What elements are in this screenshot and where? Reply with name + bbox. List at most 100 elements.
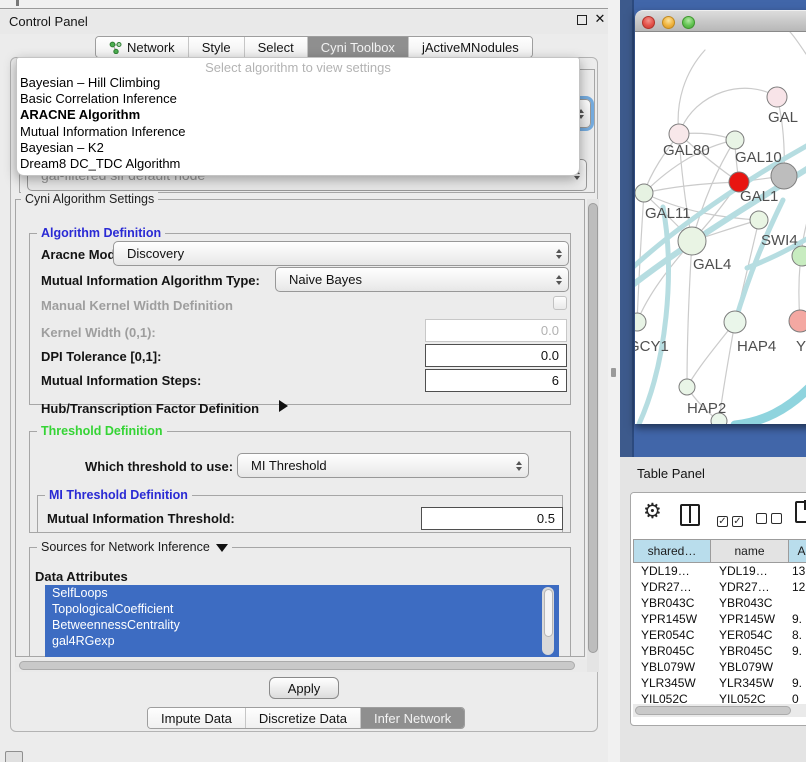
scrollbar-thumb[interactable]	[635, 706, 791, 715]
table-row[interactable]: YPR145WYPR145W9.	[633, 611, 806, 627]
table-row[interactable]: YBL079WYBL079W	[633, 659, 806, 675]
table-cell: YBR045C	[711, 643, 789, 659]
algorithm-option[interactable]: Bayesian – K2	[17, 140, 579, 156]
network-node-gal80[interactable]	[669, 124, 689, 144]
network-edge[interactable]	[735, 387, 806, 424]
minimize-traffic-icon[interactable]	[662, 16, 675, 29]
table-row[interactable]: YBR043CYBR043C	[633, 595, 806, 611]
network-node-label: GAL10	[735, 149, 782, 166]
settings-horizontal-scrollbar[interactable]	[15, 659, 587, 672]
table-horizontal-scrollbar[interactable]	[633, 704, 806, 717]
network-node-y[interactable]	[789, 310, 806, 332]
tab-network[interactable]: Network	[96, 37, 189, 57]
panel-splitter[interactable]	[608, 0, 620, 762]
data-attribute-item[interactable]: SelfLoops	[45, 585, 559, 601]
table-cell	[789, 595, 806, 611]
algorithm-option[interactable]: Dream8 DC_TDC Algorithm	[17, 156, 579, 172]
popup-placeholder: Select algorithm to view settings	[17, 58, 579, 75]
settings-vertical-scrollbar[interactable]	[587, 199, 599, 672]
algorithm-option[interactable]: Mutual Information Inference	[17, 124, 579, 140]
table-cell: 12	[789, 579, 806, 595]
expand-arrow-icon[interactable]	[279, 400, 288, 412]
network-node-gal[interactable]	[767, 87, 787, 107]
deselect-all-icon[interactable]	[756, 512, 786, 527]
top-tick	[16, 0, 19, 6]
table-cell: YDL19…	[633, 563, 711, 579]
document-icon[interactable]	[795, 501, 806, 523]
network-edge[interactable]	[687, 241, 692, 387]
scrollbar-thumb[interactable]	[19, 661, 575, 670]
which-threshold-combobox[interactable]: MI Threshold	[237, 453, 529, 478]
top-strip	[0, 0, 620, 9]
network-edge[interactable]	[790, 32, 806, 54]
network-window-titlebar[interactable]	[635, 10, 806, 32]
collapse-arrow-icon[interactable]	[216, 544, 228, 552]
tab-jactivemnodules[interactable]: jActiveMNodules	[409, 37, 532, 57]
table-row[interactable]: YLR345WYLR345W9.	[633, 675, 806, 691]
scrollbar-thumb[interactable]	[544, 589, 553, 637]
table-cell: YER054C	[711, 627, 789, 643]
data-attribute-item[interactable]: BetweennessCentrality	[45, 617, 559, 633]
scrollbar-thumb[interactable]	[588, 203, 598, 653]
table-row[interactable]: YER054CYER054C8.	[633, 627, 806, 643]
network-canvas[interactable]: GALGAL80GAL10GAL1GAL11SWI4GAL4GCY1HAP4YH…	[635, 32, 806, 424]
algorithm-option[interactable]: ARACNE Algorithm	[17, 107, 579, 123]
network-node-label: HAP4	[737, 338, 776, 355]
sources-title[interactable]: Sources for Network Inference	[37, 540, 232, 554]
column-header[interactable]: A	[789, 539, 806, 563]
list-vertical-scrollbar[interactable]	[542, 587, 554, 655]
network-node[interactable]	[792, 246, 806, 266]
split-columns-icon[interactable]	[680, 504, 700, 526]
network-node-gcy1[interactable]	[635, 313, 646, 331]
hub-definition-label[interactable]: Hub/Transcription Factor Definition	[41, 401, 259, 416]
kernel-width-field[interactable]: 0.0	[425, 319, 567, 342]
network-node-swi4[interactable]	[750, 211, 768, 229]
control-panel-title: Control Panel	[9, 14, 88, 29]
tab-infer-network[interactable]: Infer Network	[361, 708, 464, 728]
tab-cyni-toolbox[interactable]: Cyni Toolbox	[308, 37, 409, 57]
algorithm-option[interactable]: Basic Correlation Inference	[17, 91, 579, 107]
mi-type-combobox[interactable]: Naive Bayes	[275, 267, 569, 292]
tab-impute-data[interactable]: Impute Data	[148, 708, 246, 728]
network-node-gal11[interactable]	[635, 184, 653, 202]
data-attribute-item[interactable]: gal4RGexp	[45, 633, 559, 649]
gear-icon[interactable]: ⚙	[643, 499, 662, 524]
network-edge[interactable]	[679, 88, 777, 134]
dpi-tolerance-field[interactable]: 0.0	[425, 344, 567, 367]
network-node-hap2[interactable]	[679, 379, 695, 395]
algorithm-option[interactable]: Bayesian – Hill Climbing	[17, 75, 579, 91]
manual-kernel-checkbox[interactable]	[553, 296, 567, 310]
table-row[interactable]: YDR27…YDR27…12	[633, 579, 806, 595]
data-attribute-item[interactable]: TopologicalCoefficient	[45, 601, 559, 617]
network-node-hap4[interactable]	[724, 311, 746, 333]
table-row[interactable]: YBR045CYBR045C9.	[633, 643, 806, 659]
tab-select[interactable]: Select	[245, 37, 308, 57]
network-node[interactable]	[771, 163, 797, 189]
network-edge[interactable]	[799, 212, 806, 321]
tab-label: Impute Data	[161, 711, 232, 726]
column-header[interactable]: name	[711, 539, 789, 563]
network-node-gal10[interactable]	[726, 131, 744, 149]
column-header[interactable]: shared…	[633, 539, 711, 563]
data-attributes-list[interactable]: SelfLoopsTopologicalCoefficientBetweenne…	[45, 585, 559, 657]
zoom-traffic-icon[interactable]	[682, 16, 695, 29]
close-icon[interactable]: ✕	[593, 11, 607, 27]
splitter-handle-icon[interactable]	[611, 368, 616, 377]
mi-threshold-field[interactable]: 0.5	[421, 507, 563, 530]
network-graph: GALGAL80GAL10GAL1GAL11SWI4GAL4GCY1HAP4YH…	[635, 32, 806, 424]
tab-discretize-data[interactable]: Discretize Data	[246, 708, 361, 728]
network-edge[interactable]	[687, 322, 735, 387]
network-edge[interactable]	[678, 50, 705, 134]
network-edge[interactable]	[644, 182, 739, 193]
mi-steps-field[interactable]: 6	[425, 369, 567, 392]
select-all-icon[interactable]: ✓✓	[717, 512, 747, 527]
threshold-definition-title: Threshold Definition	[37, 424, 167, 438]
table-row[interactable]: YDL19…YDL19…13	[633, 563, 806, 579]
float-panel-icon[interactable]	[577, 15, 587, 25]
close-traffic-icon[interactable]	[642, 16, 655, 29]
tab-style[interactable]: Style	[189, 37, 245, 57]
aracne-mode-combobox[interactable]: Discovery	[113, 241, 569, 266]
panel-corner-icon[interactable]	[5, 751, 23, 762]
network-node-gal4[interactable]	[678, 227, 706, 255]
apply-button[interactable]: Apply	[269, 677, 339, 699]
